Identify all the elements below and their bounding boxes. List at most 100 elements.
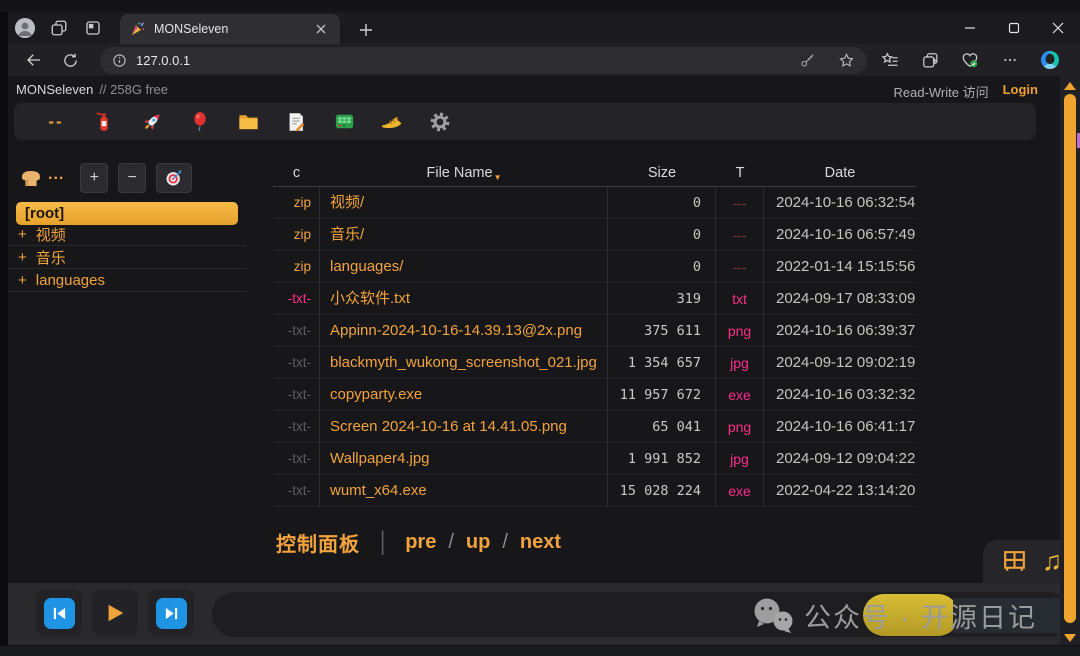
- type-cell[interactable]: ---: [716, 251, 764, 283]
- free-space-label: // 258G free: [99, 82, 168, 101]
- size-cell: 375 611: [608, 315, 716, 347]
- type-cell[interactable]: png: [716, 315, 764, 347]
- scroll-up-icon[interactable]: [1064, 82, 1076, 90]
- scrollbar-thumb[interactable]: [1064, 94, 1076, 623]
- type-cell[interactable]: ---: [716, 187, 764, 219]
- breadcrumbs-dots[interactable]: ...: [48, 166, 64, 184]
- row-action-link[interactable]: zip: [273, 251, 320, 283]
- col-header-c[interactable]: c: [273, 165, 320, 181]
- type-cell[interactable]: exe: [716, 379, 764, 411]
- row-action-link[interactable]: -txt-: [273, 411, 320, 443]
- profile-avatar[interactable]: [8, 12, 42, 44]
- file-link[interactable]: languages/: [320, 251, 608, 283]
- file-link[interactable]: 音乐/: [320, 219, 608, 251]
- tree-item-label[interactable]: languages: [36, 272, 105, 289]
- tree-expand-button[interactable]: +: [80, 163, 108, 193]
- file-link[interactable]: Wallpaper4.jpg: [320, 443, 608, 475]
- skip-next-button[interactable]: [148, 590, 194, 636]
- tree-item-music[interactable]: + 音乐: [8, 246, 246, 269]
- col-header-date[interactable]: Date: [764, 165, 916, 181]
- password-key-icon[interactable]: [799, 52, 816, 69]
- row-action-link[interactable]: -txt-: [273, 283, 320, 315]
- row-action-link[interactable]: zip: [273, 187, 320, 219]
- login-link[interactable]: Login: [1003, 82, 1038, 101]
- nav-next-link[interactable]: next: [520, 531, 561, 554]
- col-header-size[interactable]: Size: [608, 165, 716, 181]
- type-cell[interactable]: jpg: [716, 443, 764, 475]
- scroll-down-icon[interactable]: [1064, 634, 1076, 642]
- gear-icon[interactable]: [428, 110, 452, 134]
- tree-item-label[interactable]: 视频: [36, 224, 66, 245]
- maximize-button[interactable]: [992, 12, 1036, 44]
- size-cell: 11 957 672: [608, 379, 716, 411]
- tab-actions-icon[interactable]: [76, 12, 110, 44]
- row-action-link[interactable]: -txt-: [273, 475, 320, 507]
- copilot-icon[interactable]: [1032, 45, 1068, 75]
- nav-up-link[interactable]: up: [466, 531, 490, 554]
- file-link[interactable]: copyparty.exe: [320, 379, 608, 411]
- window-controls: [948, 12, 1080, 44]
- skip-previous-button[interactable]: [36, 590, 82, 636]
- row-action-link[interactable]: -txt-: [273, 347, 320, 379]
- type-cell[interactable]: ---: [716, 219, 764, 251]
- file-link[interactable]: wumt_x64.exe: [320, 475, 608, 507]
- tree-item-languages[interactable]: + languages: [8, 269, 246, 292]
- tree-root-item[interactable]: [root]: [16, 202, 238, 225]
- tree-item-video[interactable]: + 视频: [8, 223, 246, 246]
- row-action-link[interactable]: -txt-: [273, 443, 320, 475]
- row-action-link[interactable]: zip: [273, 219, 320, 251]
- close-window-button[interactable]: [1036, 12, 1080, 44]
- new-tab-button[interactable]: [354, 18, 378, 42]
- nav-pre-link[interactable]: pre: [405, 531, 436, 554]
- row-action-link[interactable]: -txt-: [273, 379, 320, 411]
- folder-icon[interactable]: [236, 110, 260, 134]
- page-scrollbar[interactable]: [1060, 76, 1080, 645]
- file-link[interactable]: 小众软件.txt: [320, 283, 608, 315]
- file-link[interactable]: blackmyth_wukong_screenshot_021.jpg: [320, 347, 608, 379]
- type-cell[interactable]: jpg: [716, 347, 764, 379]
- expand-plus-icon[interactable]: +: [18, 249, 27, 266]
- col-header-type[interactable]: T: [716, 165, 764, 181]
- row-action-link[interactable]: -txt-: [273, 315, 320, 347]
- col-header-name[interactable]: File Name▼: [320, 165, 608, 182]
- collections-icon[interactable]: [912, 45, 948, 75]
- file-link[interactable]: 视频/: [320, 187, 608, 219]
- rocket-icon[interactable]: [140, 110, 164, 134]
- refresh-icon[interactable]: [52, 45, 88, 75]
- tree-collapse-button[interactable]: −: [118, 163, 146, 193]
- tab-close-icon[interactable]: [312, 20, 330, 38]
- calculator-icon[interactable]: [332, 110, 356, 134]
- favorites-bar-icon[interactable]: [872, 45, 908, 75]
- play-button[interactable]: [92, 590, 138, 636]
- workspaces-icon[interactable]: [42, 12, 76, 44]
- file-link[interactable]: Appinn-2024-10-16-14.39.13@2x.png: [320, 315, 608, 347]
- expand-plus-icon[interactable]: +: [18, 272, 27, 289]
- control-panel-link[interactable]: 控制面板: [276, 528, 360, 557]
- minimize-button[interactable]: [948, 12, 992, 44]
- trumpet-icon[interactable]: [380, 110, 404, 134]
- dashes-icon[interactable]: --: [44, 110, 68, 134]
- address-input[interactable]: 127.0.0.1: [100, 47, 867, 74]
- grid-view-icon[interactable]: [1001, 548, 1028, 575]
- favorite-star-icon[interactable]: [838, 52, 855, 69]
- tree-item-label[interactable]: 音乐: [36, 247, 66, 268]
- browser-essentials-icon[interactable]: [952, 45, 988, 75]
- play-icon: [104, 602, 126, 624]
- more-options-icon[interactable]: [992, 45, 1028, 75]
- back-icon[interactable]: [16, 45, 52, 75]
- file-link[interactable]: Screen 2024-10-16 at 14.41.05.png: [320, 411, 608, 443]
- balloon-icon[interactable]: [188, 110, 212, 134]
- browser-addressbar: 127.0.0.1: [8, 44, 1080, 76]
- breadcrumbs-bread-icon[interactable]: [18, 166, 44, 190]
- jump-to-folder-button[interactable]: [156, 163, 192, 193]
- fire-extinguisher-icon[interactable]: [92, 110, 116, 134]
- site-title[interactable]: MONSeleven: [16, 82, 93, 101]
- type-cell[interactable]: png: [716, 411, 764, 443]
- expand-plus-icon[interactable]: +: [18, 226, 27, 243]
- type-cell[interactable]: exe: [716, 475, 764, 507]
- type-cell[interactable]: txt: [716, 283, 764, 315]
- table-row: zip 音乐/ 0 --- 2024-10-16 06:57:49: [273, 219, 916, 251]
- site-info-icon[interactable]: [112, 53, 127, 68]
- browser-tab[interactable]: MONSeleven: [120, 14, 340, 44]
- memo-icon[interactable]: [284, 110, 308, 134]
